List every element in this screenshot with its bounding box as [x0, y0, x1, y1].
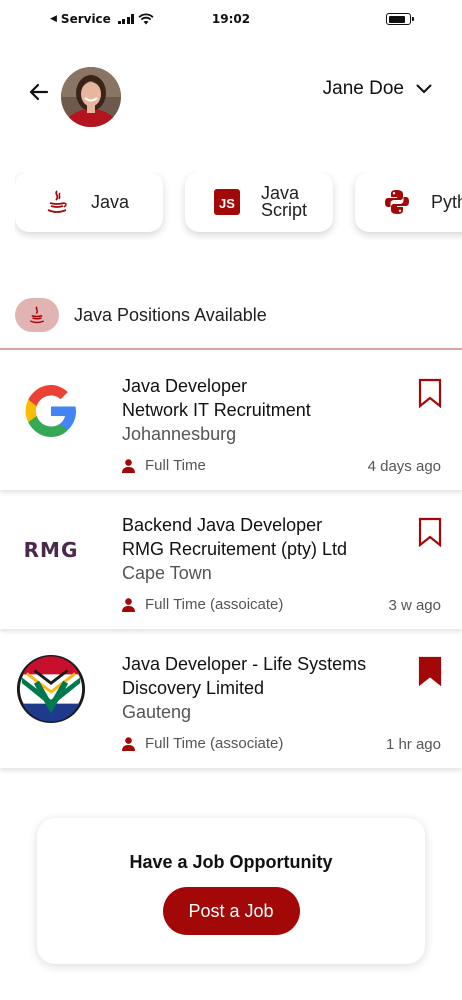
section-heading: Java Positions Available	[15, 298, 267, 332]
svg-text:RMG: RMG	[24, 538, 79, 562]
discovery-shield-logo	[15, 653, 87, 725]
svg-text:JS: JS	[219, 196, 235, 211]
java-icon	[43, 188, 71, 216]
cta-title: Have a Job Opportunity	[129, 852, 333, 872]
skill-chip-java[interactable]: Java	[15, 172, 163, 232]
skill-filter-carousel[interactable]: Java JS Java Script Pyth	[15, 172, 462, 240]
person-icon	[122, 458, 135, 473]
skill-chip-python[interactable]: Pyth	[355, 172, 462, 232]
person-icon	[122, 597, 135, 612]
job-posted-age: 4 days ago	[367, 458, 441, 475]
post-job-card: Have a Job Opportunity Post a Job	[37, 818, 425, 964]
java-icon	[15, 298, 59, 332]
skill-chip-label: Java	[91, 191, 130, 212]
status-bar: ◀ Service 19:02	[0, 0, 462, 40]
job-type: Full Time	[145, 457, 206, 474]
google-logo	[15, 375, 87, 447]
skill-chip-javascript[interactable]: JS Java Script	[185, 172, 333, 232]
job-company: RMG Recruitement (pty) Ltd	[122, 539, 348, 559]
job-list: Java Developer Network IT Recruitment Jo…	[0, 360, 462, 777]
js-icon: JS	[213, 188, 241, 216]
job-location: Cape Town	[122, 563, 212, 583]
arrow-left-icon[interactable]	[26, 79, 52, 105]
job-type: Full Time (assoicate)	[145, 596, 284, 613]
job-card[interactable]: Java Developer Network IT Recruitment Jo…	[0, 360, 462, 490]
rmg-logo: RMG	[15, 514, 87, 586]
section-divider	[0, 348, 462, 350]
chevron-down-icon	[416, 84, 432, 93]
bookmark-outline-icon[interactable]	[418, 378, 442, 408]
job-card[interactable]: Java Developer - Life Systems Discovery …	[0, 638, 462, 768]
job-posted-age: 3 w ago	[388, 597, 441, 614]
job-title: Java Developer - Life Systems	[122, 654, 367, 674]
avatar[interactable]	[61, 67, 121, 127]
job-posted-age: 1 hr ago	[385, 736, 441, 753]
job-card[interactable]: RMG Backend Java Developer RMG Recruitem…	[0, 499, 462, 629]
job-type: Full Time (associate)	[145, 735, 284, 752]
post-job-button[interactable]: Post a Job	[162, 887, 300, 935]
bookmark-filled-icon[interactable]	[418, 656, 442, 686]
python-icon	[383, 188, 411, 216]
skill-chip-label: Java Script	[261, 183, 308, 220]
job-location: Johannesburg	[122, 424, 237, 444]
user-menu[interactable]: Jane Doe	[323, 78, 432, 100]
battery-icon	[386, 13, 414, 25]
job-company: Discovery Limited	[122, 678, 265, 698]
person-icon	[122, 736, 135, 751]
app-header: Jane Doe	[0, 62, 462, 132]
job-location: Gauteng	[122, 702, 192, 722]
user-name: Jane Doe	[322, 78, 404, 99]
job-company: Network IT Recruitment	[122, 400, 311, 420]
job-title: Java Developer	[122, 376, 248, 396]
job-title: Backend Java Developer	[122, 515, 323, 535]
skill-chip-label: Pyth	[431, 191, 462, 212]
section-title: Java Positions Available	[74, 304, 267, 325]
bookmark-outline-icon[interactable]	[418, 517, 442, 547]
